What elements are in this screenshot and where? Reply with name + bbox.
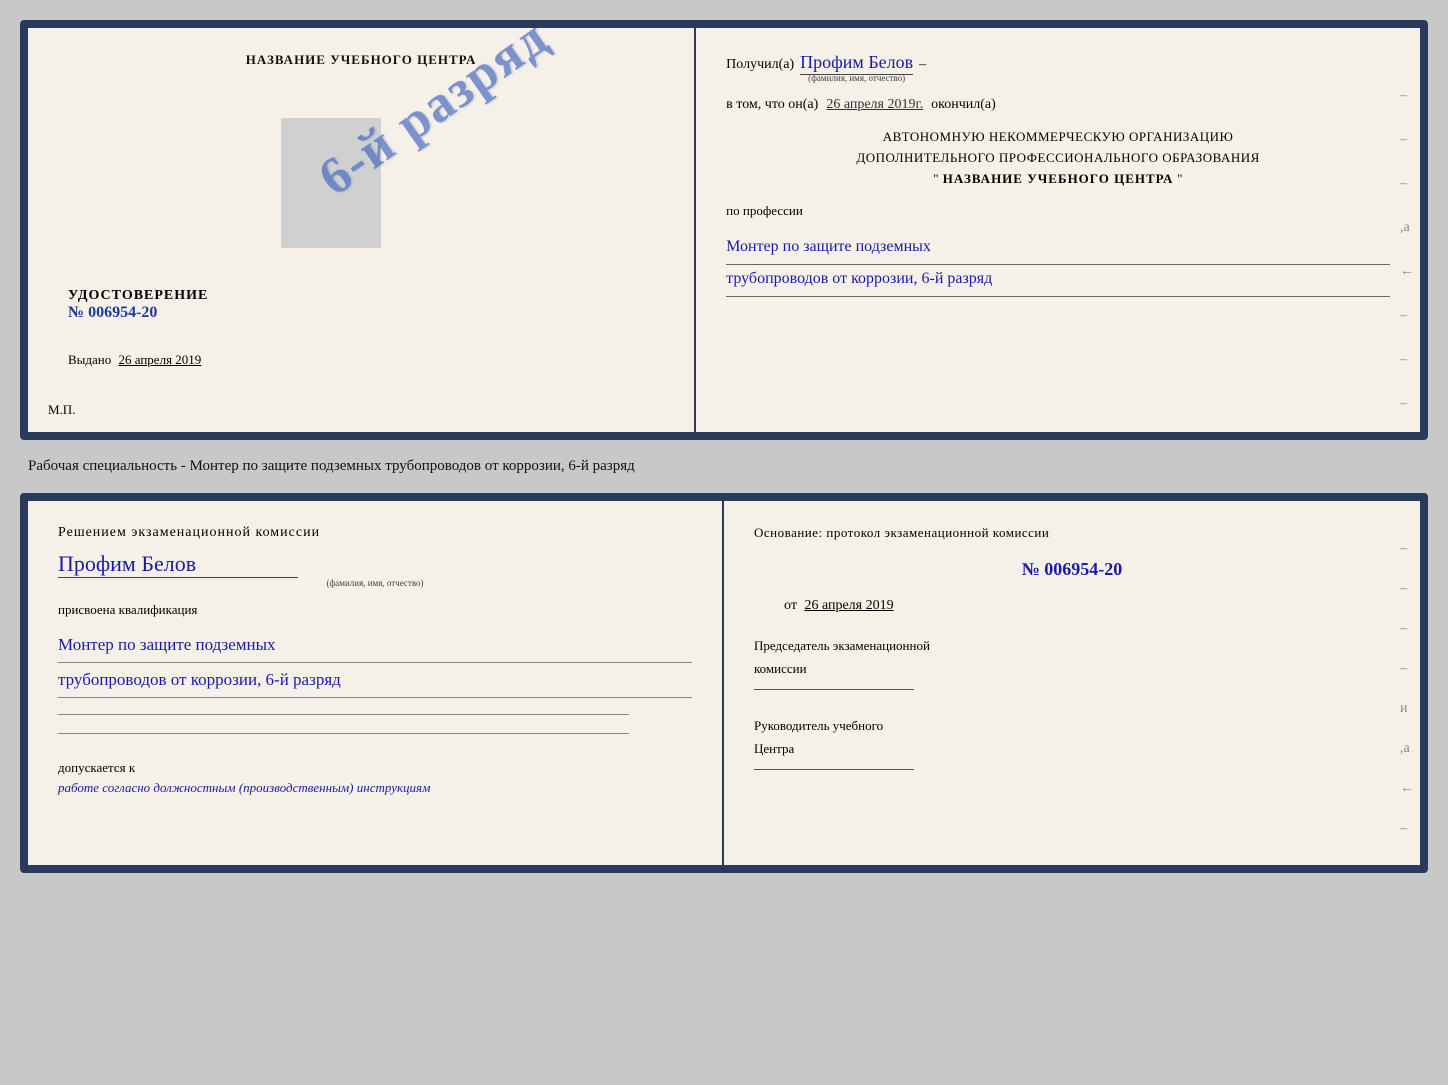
bottom-right-decorative-lines: – – – – и ,а ← – – – – – – – [1400, 541, 1414, 873]
okonchil-label: окончил(а) [931, 97, 996, 113]
dopuskaetsya-block: допускается к работе согласно должностны… [58, 760, 692, 796]
diploma-right: – – – ,а ← – – – – – Получил(а) Профим Б… [696, 28, 1420, 432]
fio-sublabel: (фамилия, имя, отчество) [800, 73, 913, 83]
bottom-name-block: Профим Белов (фамилия, имя, отчество) [58, 551, 692, 588]
vtom-label: в том, что он(а) [726, 97, 818, 113]
kvalif-line2: трубопроводов от коррозии, 6-й разряд [58, 663, 692, 698]
kvalif-block: Монтер по защите подземных трубопроводов… [58, 628, 692, 698]
middle-specialty-text: Рабочая специальность - Монтер по защите… [20, 452, 1428, 481]
dopusk-text: работе согласно должностным (производств… [58, 780, 692, 796]
osnovanie-label: Основание: протокол экзаменационной коми… [754, 525, 1390, 541]
rukovoditel-line1: Руководитель учебного [754, 714, 1390, 737]
rukovoditel-block: Руководитель учебного Центра [754, 714, 1390, 770]
bottom-right: – – – – и ,а ← – – – – – – – Основание: … [724, 501, 1420, 865]
po-professii-label: по профессии [726, 203, 1390, 219]
right-side-decorative-lines: – – – ,а ← – – – – – [1400, 88, 1414, 440]
bottom-card: Решением экзаменационной комиссии Профим… [20, 493, 1428, 873]
predsedatel-line1: Председатель экзаменационной [754, 634, 1390, 657]
vydano-line: Выдано 26 апреля 2019 [58, 352, 664, 368]
stamp-text: 6-й разряд [308, 20, 559, 208]
protocol-date-line: от 26 апреля 2019 [784, 598, 1390, 614]
stamp-diagonal: 6-й разряд [301, 78, 501, 137]
udost-block: УДОСТОВЕРЕНИЕ № 006954-20 [58, 288, 664, 322]
diploma-left: НАЗВАНИЕ УЧЕБНОГО ЦЕНТРА 6-й разряд УДОС… [28, 28, 696, 432]
udost-number: № 006954-20 [68, 304, 664, 322]
diploma-card: НАЗВАНИЕ УЧЕБНОГО ЦЕНТРА 6-й разряд УДОС… [20, 20, 1428, 440]
blank-line-2 [58, 733, 629, 734]
protocol-ot-label: от [784, 598, 797, 613]
protocol-number: № 006954-20 [754, 559, 1390, 580]
org-block: АВТОНОМНУЮ НЕКОММЕРЧЕСКУЮ ОРГАНИЗАЦИЮ ДО… [726, 127, 1390, 189]
recipient-name: Профим Белов [800, 52, 913, 75]
poluchil-label: Получил(а) [726, 57, 794, 73]
org-quote2: " [1177, 171, 1183, 186]
org-line2: ДОПОЛНИТЕЛЬНОГО ПРОФЕССИОНАЛЬНОГО ОБРАЗО… [726, 148, 1390, 169]
org-line1: АВТОНОМНУЮ НЕКОММЕРЧЕСКУЮ ОРГАНИЗАЦИЮ [726, 127, 1390, 148]
blank-line-1 [58, 714, 629, 715]
vtom-date: 26 апреля 2019г. [826, 97, 923, 113]
rukovoditel-signature-line [754, 769, 914, 770]
profession-block: Монтер по защите подземных трубопроводов… [726, 233, 1390, 297]
mp-label: М.П. [48, 402, 75, 418]
stamp-area: 6-й разряд [281, 98, 441, 258]
org-quote1: " [933, 171, 939, 186]
resheniem-label: Решением экзаменационной комиссии [58, 525, 692, 541]
kvalif-line1: Монтер по защите подземных [58, 628, 692, 663]
page-wrapper: НАЗВАНИЕ УЧЕБНОГО ЦЕНТРА 6-й разряд УДОС… [20, 20, 1428, 873]
bottom-left: Решением экзаменационной комиссии Профим… [28, 501, 724, 865]
rukovoditel-line2: Центра [754, 737, 1390, 760]
vydano-date: 26 апреля 2019 [119, 352, 202, 367]
predsedatel-signature-line [754, 689, 914, 690]
protocol-date: 26 апреля 2019 [804, 598, 893, 613]
vydano-label: Выдано [68, 352, 111, 367]
profession-line2: трубопроводов от коррозии, 6-й разряд [726, 265, 1390, 297]
dopusk-label: допускается к [58, 760, 692, 776]
vtom-line: в том, что он(а) 26 апреля 2019г. окончи… [726, 97, 1390, 113]
prisvoena-label: присвоена квалификация [58, 602, 692, 618]
bottom-recipient-name: Профим Белов [58, 551, 298, 578]
poluchil-line: Получил(а) Профим Белов (фамилия, имя, о… [726, 52, 1390, 83]
predsedatel-line2: комиссии [754, 657, 1390, 680]
org-center-name: НАЗВАНИЕ УЧЕБНОГО ЦЕНТРА [943, 171, 1174, 186]
udost-label: УДОСТОВЕРЕНИЕ [68, 288, 664, 304]
predsedatel-block: Председатель экзаменационной комиссии [754, 634, 1390, 690]
bottom-fio-label: (фамилия, имя, отчество) [58, 578, 692, 588]
profession-line1: Монтер по защите подземных [726, 233, 1390, 265]
